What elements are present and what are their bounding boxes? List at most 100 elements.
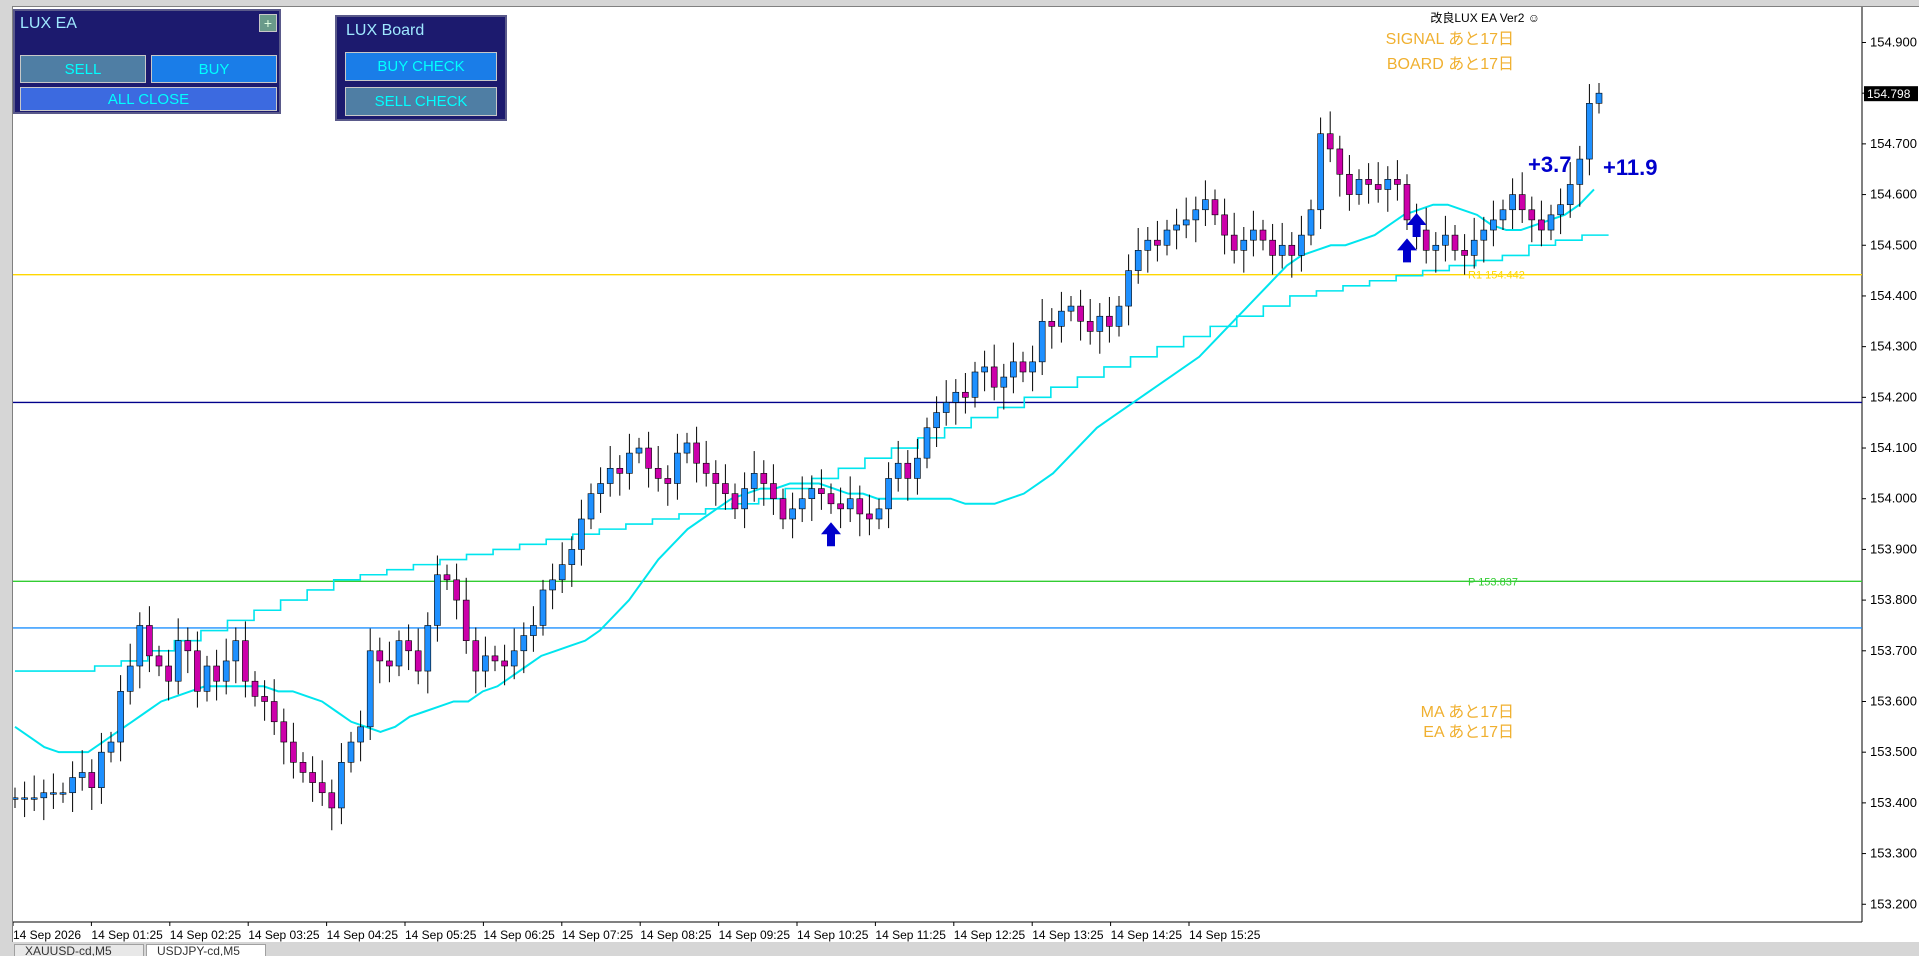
- candle-body: [1019, 361, 1027, 373]
- candle-body: [1384, 179, 1392, 190]
- candle-body: [1422, 229, 1430, 251]
- candle-body: [414, 650, 422, 672]
- arrow-shape: [1397, 238, 1417, 263]
- candle-body: [942, 402, 950, 413]
- candle-body: [1557, 204, 1564, 216]
- candle-body: [741, 488, 748, 510]
- candle-body: [894, 462, 902, 479]
- candle-body: [1240, 239, 1248, 251]
- x-tick-label: 14 Sep 04:25: [327, 928, 399, 942]
- candle-body: [1038, 320, 1046, 363]
- candle-body: [1374, 184, 1382, 190]
- x-tick-label: 14 Sep 10:25: [797, 928, 869, 942]
- candle-body: [174, 640, 182, 682]
- y-tick-label: 154.200: [1870, 389, 1917, 404]
- candle-body: [731, 493, 739, 510]
- y-tick-label: 153.600: [1870, 693, 1917, 708]
- candle-body: [1154, 239, 1161, 246]
- candle-body: [760, 473, 768, 484]
- candle-body: [549, 579, 556, 591]
- candle-body: [750, 473, 758, 489]
- y-tick-label: 153.400: [1870, 795, 1917, 810]
- candle-body: [462, 599, 470, 641]
- signal-expiry-label: SIGNAL あと17日: [1385, 31, 1514, 48]
- current-price-label: 154.798: [1867, 87, 1911, 101]
- candle-body: [434, 574, 441, 626]
- candle-body: [203, 665, 211, 692]
- candle-body: [1134, 250, 1142, 271]
- candle-body: [779, 498, 787, 520]
- price-chart[interactable]: R1 154.442P 153.837154.900154.800154.700…: [13, 7, 1919, 943]
- tab-xauusd[interactable]: XAUUSD-cd,M5: [14, 944, 144, 956]
- candle-body: [827, 493, 835, 505]
- candle-body: [491, 655, 499, 662]
- candle-body: [1470, 239, 1478, 256]
- buy-button[interactable]: BUY: [151, 55, 277, 83]
- candle-body: [712, 473, 720, 484]
- candle-body: [453, 579, 460, 601]
- candle-body: [693, 442, 700, 464]
- sell-check-button[interactable]: SELL CHECK: [345, 87, 497, 116]
- candle-body: [1067, 305, 1075, 312]
- x-tick-label: 14 Sep 11:25: [875, 928, 946, 942]
- y-tick-label: 153.700: [1870, 643, 1917, 658]
- candle-body: [558, 564, 566, 581]
- x-tick-label: 14 Sep 12:25: [954, 928, 1026, 942]
- candle-body: [472, 640, 480, 672]
- candle-body: [1230, 234, 1238, 251]
- candle-body: [1163, 229, 1171, 246]
- sell-button[interactable]: SELL: [20, 55, 146, 83]
- plus-icon: +: [263, 15, 273, 31]
- candle-body: [1538, 219, 1545, 231]
- lux-board-panel: LUX Board BUY CHECK SELL CHECK: [335, 15, 507, 121]
- candle-body: [818, 488, 825, 494]
- y-tick-label: 154.000: [1870, 491, 1917, 506]
- candle-body: [405, 640, 412, 652]
- candle-body: [1278, 244, 1286, 256]
- y-tick-label: 153.200: [1870, 896, 1917, 911]
- lux-board-title: LUX Board: [346, 22, 425, 39]
- candle-body: [981, 366, 988, 373]
- candle-body: [1394, 179, 1401, 185]
- candle-body: [50, 792, 57, 795]
- x-tick-label: 14 Sep 05:25: [405, 928, 477, 942]
- candle-body: [1326, 133, 1334, 150]
- candle-body: [914, 457, 921, 479]
- candle-body: [933, 412, 940, 429]
- candle-body: [1442, 234, 1449, 246]
- candle-body: [107, 741, 115, 753]
- expand-plus-button[interactable]: +: [259, 14, 277, 32]
- candle-body: [165, 665, 172, 682]
- candle-body: [798, 498, 806, 510]
- candle-body: [1566, 184, 1574, 206]
- candle-body: [952, 391, 960, 403]
- candle-body: [1451, 234, 1459, 251]
- x-tick-label: 14 Sep 07:25: [562, 928, 634, 942]
- arrow-shape: [821, 522, 841, 547]
- candle-body: [1058, 310, 1065, 327]
- candle-body: [808, 488, 816, 500]
- candle-body: [155, 655, 163, 667]
- candle-body: [885, 478, 892, 510]
- candle-body: [78, 772, 86, 778]
- candle-body: [1221, 214, 1228, 236]
- chart-window[interactable]: R1 154.442P 153.837154.900154.800154.700…: [12, 6, 1919, 943]
- candle-body: [856, 498, 864, 515]
- candle-body: [280, 721, 288, 743]
- candle-body: [510, 650, 518, 667]
- y-tick-label: 153.300: [1870, 846, 1917, 861]
- candle-body: [1317, 133, 1324, 211]
- buy-check-button[interactable]: BUY CHECK: [345, 52, 497, 81]
- x-tick-label: 14 Sep 15:25: [1189, 928, 1261, 942]
- candle-body: [674, 452, 681, 484]
- all-close-button[interactable]: ALL CLOSE: [20, 87, 277, 111]
- candle-body: [242, 640, 249, 682]
- tab-usdjpy[interactable]: USDJPY-cd,M5: [146, 944, 266, 956]
- candle-body: [261, 696, 268, 702]
- candle-body: [654, 468, 662, 479]
- x-tick-label: 14 Sep 01:25: [91, 928, 163, 942]
- candle-body: [846, 498, 854, 510]
- candle-body: [1432, 244, 1440, 251]
- candle-body: [98, 751, 105, 788]
- board-expiry-label: BOARD あと17日: [1386, 56, 1514, 73]
